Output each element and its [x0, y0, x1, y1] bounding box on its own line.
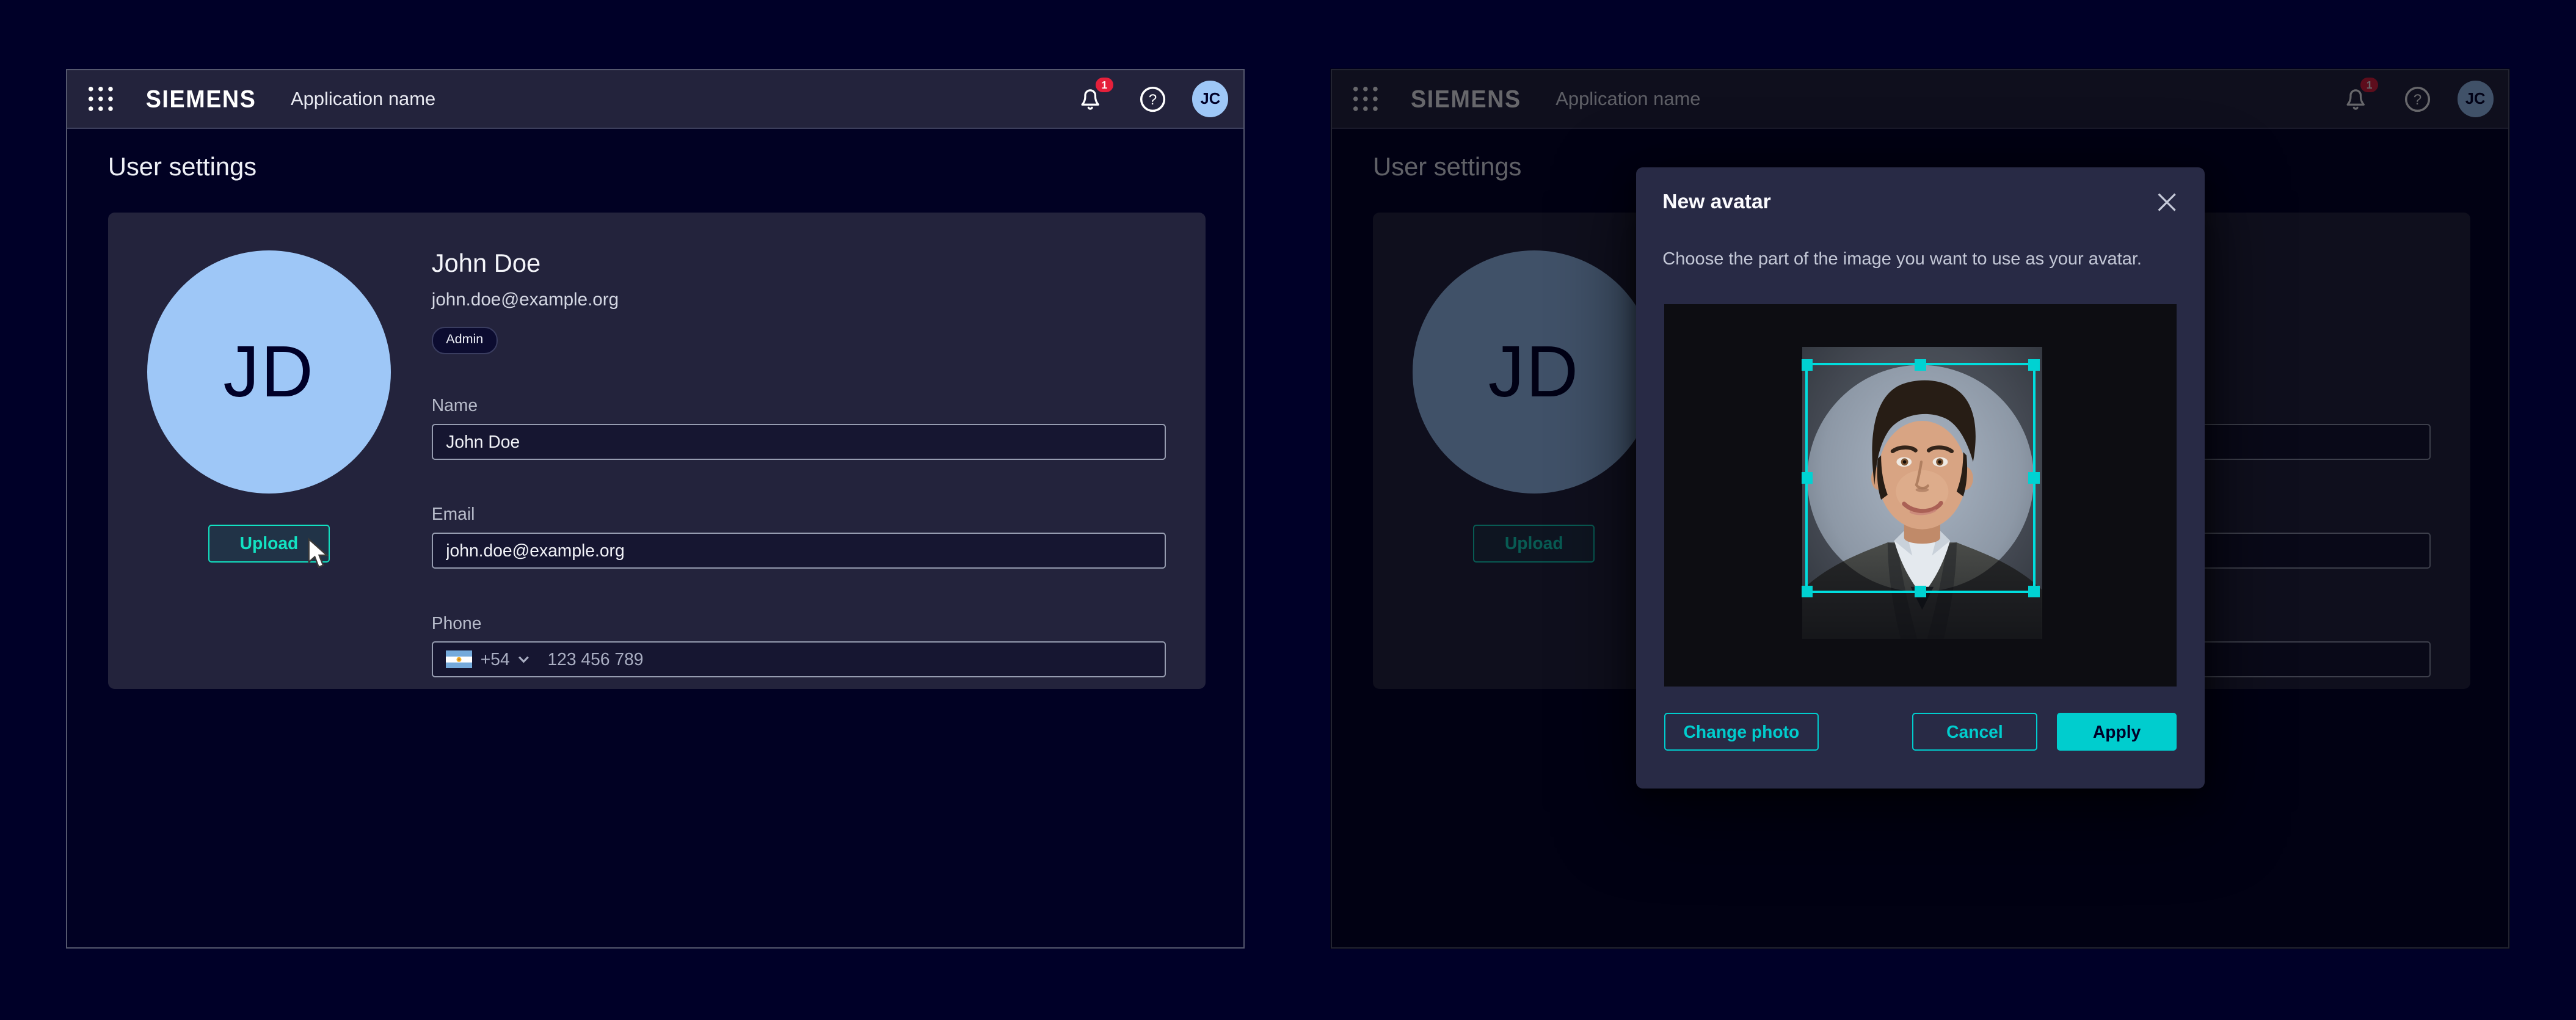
page-content: User settings JD Upload John Doe john.do… [67, 152, 1243, 689]
dialog-header: New avatar [1636, 167, 2205, 214]
notifications-button[interactable]: 1 [1075, 84, 1105, 114]
dialog-actions: Change photo Cancel Apply [1664, 713, 2177, 751]
screenshot-stage: SIEMENS Application name 1 ? JC User set… [0, 0, 2576, 1020]
name-input[interactable] [432, 424, 1166, 460]
crop-handle-bottom[interactable] [1915, 586, 1926, 597]
app-bar: SIEMENS Application name 1 ? JC [67, 70, 1243, 129]
email-label: Email [432, 504, 1166, 524]
new-avatar-dialog: New avatar Choose the part of the image … [1636, 167, 2205, 789]
profile-email: john.doe@example.org [432, 290, 1166, 310]
crop-handle-top[interactable] [1915, 359, 1926, 371]
notification-badge: 1 [1096, 78, 1114, 92]
crop-handle-bottom-left[interactable] [1802, 586, 1813, 597]
change-photo-button[interactable]: Change photo [1664, 713, 1819, 751]
app-launcher-icon[interactable] [87, 85, 115, 113]
phone-input-box[interactable]: +54 [432, 641, 1166, 677]
profile-card: JD Upload John Doe john.doe@example.org … [108, 213, 1206, 689]
siemens-logo: SIEMENS [146, 85, 257, 112]
avatar-initials: JD [223, 330, 315, 413]
help-button[interactable]: ? [1140, 86, 1166, 112]
dialog-title: New avatar [1662, 191, 1770, 214]
crop-handle-left[interactable] [1802, 472, 1813, 484]
phone-input[interactable] [544, 641, 1152, 678]
email-field: Email [432, 504, 1166, 569]
name-label: Name [432, 395, 1166, 415]
profile-name: John Doe [432, 249, 1166, 278]
crop-canvas[interactable] [1664, 304, 2177, 687]
page-title: User settings [108, 152, 1243, 181]
svg-text:?: ? [1149, 92, 1157, 108]
user-avatar[interactable]: JC [1192, 81, 1228, 117]
crop-handle-right[interactable] [2028, 472, 2040, 484]
email-input[interactable] [432, 533, 1166, 569]
phone-field: Phone +54 [432, 613, 1166, 678]
close-icon [2157, 192, 2177, 212]
dialog-description: Choose the part of the image you want to… [1662, 247, 2178, 272]
name-field: Name [432, 395, 1166, 460]
profile-avatar: JD [147, 250, 390, 494]
crop-handle-top-right[interactable] [2028, 359, 2040, 371]
crop-selection[interactable] [1805, 363, 2036, 593]
cancel-button[interactable]: Cancel [1912, 713, 2037, 751]
crop-handle-bottom-right[interactable] [2028, 586, 2040, 597]
argentina-flag-icon[interactable] [446, 650, 472, 669]
help-icon: ? [1140, 86, 1166, 112]
dial-code[interactable]: +54 [481, 649, 510, 669]
close-button[interactable] [2155, 191, 2178, 214]
role-badge: Admin [432, 327, 498, 354]
user-settings-panel: SIEMENS Application name 1 ? JC User set… [66, 69, 1245, 949]
profile-info: John Doe john.doe@example.org Admin Name… [432, 213, 1166, 677]
crop-handle-top-left[interactable] [1802, 359, 1813, 371]
chevron-down-icon[interactable] [518, 655, 529, 663]
upload-button[interactable]: Upload [208, 525, 330, 563]
app-title: Application name [291, 88, 435, 110]
phone-label: Phone [432, 613, 1166, 633]
apply-button[interactable]: Apply [2057, 713, 2177, 751]
